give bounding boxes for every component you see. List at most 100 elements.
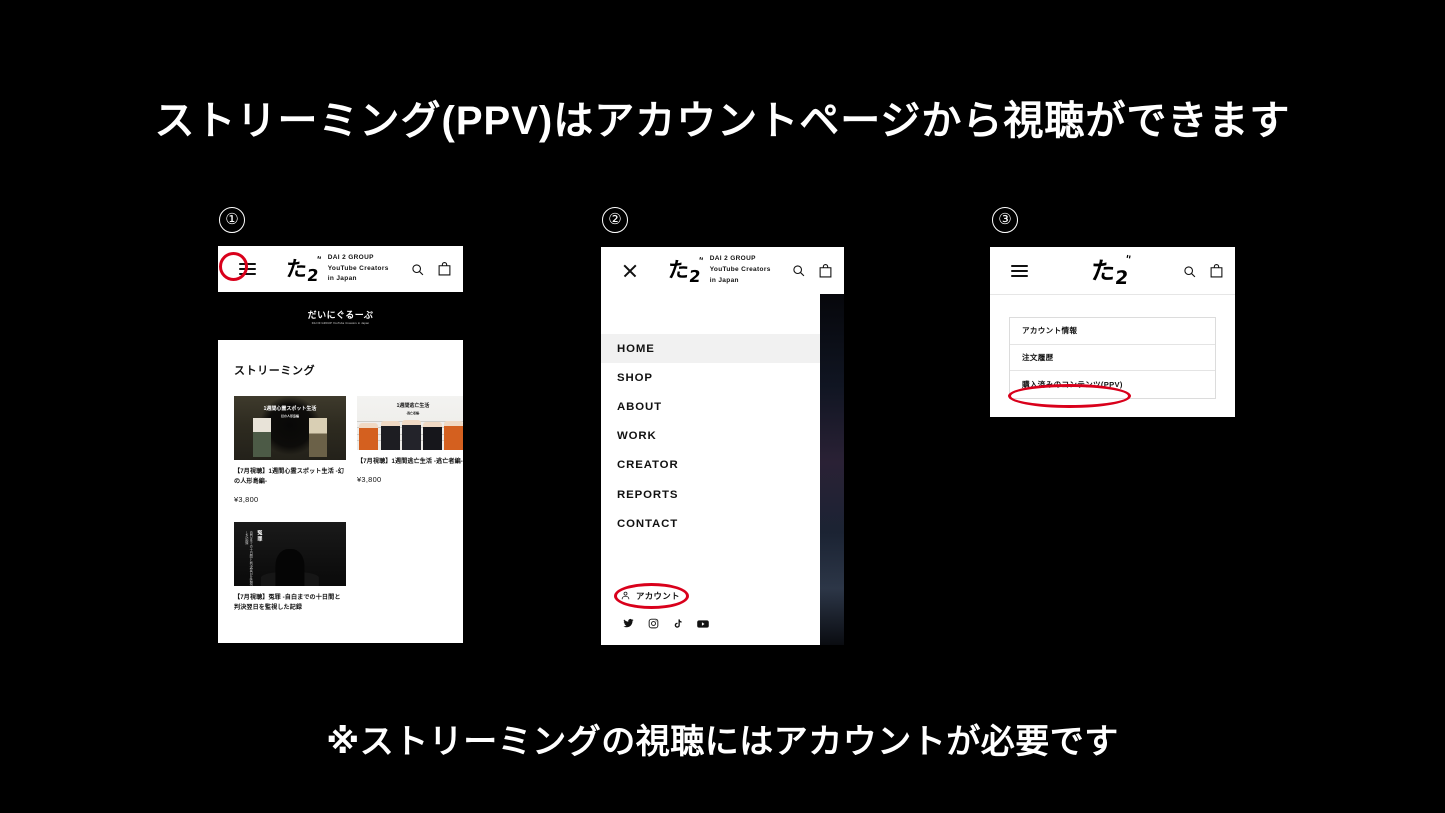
tagline-line-1: DAI 2 GROUP xyxy=(709,255,756,263)
tagline-line-2: YouTube Creators xyxy=(327,264,389,272)
header-actions xyxy=(792,263,832,278)
cart-icon[interactable] xyxy=(438,262,451,276)
page-title: ストリーミング(PPV)はアカウントページから視聴ができます xyxy=(154,99,1291,143)
logo-2-char: 2 xyxy=(1113,267,1130,289)
account-button-label: アカウント xyxy=(636,590,680,601)
logo-mark: た2 " xyxy=(1090,252,1132,288)
site-logo[interactable]: た2 " DAI 2 GROUP YouTube Creators in Jap… xyxy=(647,254,792,286)
cart-icon[interactable] xyxy=(819,263,832,278)
mockup1-content-panel: ストリーミング 1週間心霊スポット生活 幻の人形島編 【7月視聴】1週間心霊スポ… xyxy=(218,340,463,643)
nav-item-home[interactable]: HOME xyxy=(601,334,820,364)
step-badge-2: ② xyxy=(602,207,628,233)
account-menu-item-orders[interactable]: 注文履歴 xyxy=(1010,345,1215,371)
nav-item-label: ABOUT xyxy=(617,400,662,413)
menu-button[interactable] xyxy=(230,263,264,275)
tiktok-icon[interactable] xyxy=(673,618,683,629)
drawer-footer: アカウント xyxy=(601,569,820,645)
twitter-icon[interactable] xyxy=(623,618,634,629)
nav-item-label: CREATOR xyxy=(617,459,679,472)
nav-item-about[interactable]: ABOUT xyxy=(601,392,820,421)
product-card[interactable]: 1週間逃亡生活 -逃亡者編- 【7月視聴】1週間逃亡生活 -逃亡者編- ¥3,8… xyxy=(357,396,463,504)
hamburger-icon[interactable] xyxy=(238,263,256,275)
product-thumbnail[interactable]: 1週間心霊スポット生活 幻の人形島編 xyxy=(234,396,346,460)
product-thumbnail[interactable]: 冤罪 自白までの十日間と判決翌日を監視した記録 xyxy=(234,521,346,586)
logo-mark: た2 " xyxy=(668,256,704,286)
brand-name-sub: DAI NI GROUP YouTube Creators in Japan xyxy=(311,322,370,325)
nav-item-shop[interactable]: SHOP xyxy=(601,363,820,392)
account-menu-item-info[interactable]: アカウント情報 xyxy=(1010,318,1215,345)
product-thumbnail[interactable]: 1週間逃亡生活 -逃亡者編- xyxy=(357,396,463,450)
site-header: た2 " xyxy=(990,247,1235,295)
search-icon[interactable] xyxy=(1183,265,1196,278)
product-name: 【7月視聴】1週間心霊スポット生活 -幻の人形島編- xyxy=(234,468,344,485)
logo-2-char: 2 xyxy=(306,265,320,285)
site-logo[interactable]: た2 " xyxy=(1036,252,1183,288)
account-menu-label: アカウント情報 xyxy=(1022,326,1078,336)
logo-mark: た2 " xyxy=(285,254,322,284)
search-icon[interactable] xyxy=(792,264,805,277)
cart-icon[interactable] xyxy=(1210,264,1223,278)
thumb-title: 1週間心霊スポット生活 幻の人形島編 xyxy=(263,405,317,418)
menu-button[interactable] xyxy=(1002,265,1036,277)
product-name: 【7月視聴】1週間逃亡生活 -逃亡者編- xyxy=(357,458,463,465)
mockup1-header-panel: た2 " DAI 2 GROUP YouTube Creators in Jap… xyxy=(218,246,463,292)
logo-tagline: DAI 2 GROUP YouTube Creators in Japan xyxy=(328,253,389,285)
site-logo[interactable]: た2 " DAI 2 GROUP YouTube Creators in Jap… xyxy=(264,253,411,285)
product-price: ¥3,800 xyxy=(234,494,259,504)
tagline-line-2: YouTube Creators xyxy=(709,266,771,274)
nav-item-label: WORK xyxy=(617,430,657,443)
nav-item-label: REPORTS xyxy=(617,488,679,501)
logo-tagline: DAI 2 GROUP YouTube Creators in Japan xyxy=(710,254,771,286)
step-badge-3: ③ xyxy=(992,207,1018,233)
instagram-icon[interactable] xyxy=(648,618,659,629)
brand-name-jp: だいにぐるーぷ xyxy=(307,310,374,320)
nav-item-contact[interactable]: CONTACT xyxy=(601,509,820,538)
product-grid: 1週間心霊スポット生活 幻の人形島編 【7月視聴】1週間心霊スポット生活 -幻の… xyxy=(234,396,463,504)
account-menu-label: 購入済みのコンテンツ(PPV) xyxy=(1022,379,1123,389)
mockup3-panel: た2 " アカウント情報 注文履歴 購入済みのコンテンツ(PPV) xyxy=(990,247,1235,417)
close-menu-button[interactable] xyxy=(613,263,647,279)
mockup2-panel: た2 " DAI 2 GROUP YouTube Creators in Jap… xyxy=(601,247,844,645)
close-icon[interactable] xyxy=(622,263,638,279)
nav-drawer: HOME SHOP ABOUT WORK CREATOR REPORTS CON… xyxy=(601,294,820,645)
nav-item-label: HOME xyxy=(617,342,655,355)
hamburger-icon[interactable] xyxy=(1010,265,1028,277)
site-header: た2 " DAI 2 GROUP YouTube Creators in Jap… xyxy=(218,246,463,292)
thumbnail-art-group: 1週間逃亡生活 -逃亡者編- xyxy=(357,396,463,450)
thumb-title: 1週間逃亡生活 -逃亡者編- xyxy=(396,403,430,415)
tagline-line-1: DAI 2 GROUP xyxy=(327,253,374,261)
logo-2-char: 2 xyxy=(688,267,702,286)
logo-da-char: た xyxy=(1090,256,1116,285)
account-menu-item-purchased-ppv[interactable]: 購入済みのコンテンツ(PPV) xyxy=(1010,371,1215,398)
search-icon[interactable] xyxy=(411,263,424,276)
header-divider xyxy=(990,294,1235,295)
thumb-subtitle: 幻の人形島編 xyxy=(280,413,300,418)
thumb-title: 冤罪 xyxy=(256,530,263,543)
step-badge-1: ① xyxy=(219,207,245,233)
logo-dakuten: " xyxy=(314,254,322,266)
youtube-icon[interactable] xyxy=(697,619,709,629)
product-card[interactable]: 冤罪 自白までの十日間と判決翌日を監視した記録 【7月視聴】冤罪 -自白までの十… xyxy=(234,521,346,613)
account-button[interactable]: アカウント xyxy=(621,590,680,602)
header-actions xyxy=(411,262,451,276)
nav-menu: HOME SHOP ABOUT WORK CREATOR REPORTS CON… xyxy=(601,294,820,538)
person-icon xyxy=(621,591,630,600)
footer-note: ※ストリーミングの視聴にはアカウントが必要です xyxy=(326,723,1119,761)
nav-item-label: CONTACT xyxy=(617,517,679,530)
product-card[interactable]: 1週間心霊スポット生活 幻の人形島編 【7月視聴】1週間心霊スポット生活 -幻の… xyxy=(234,396,346,504)
product-name: 【7月視聴】冤罪 -自白までの十日間と 判決翌日を監視した記録 xyxy=(234,593,341,611)
thumb-subtitle: 自白までの十日間と判決翌日を監視した記録 xyxy=(244,530,253,586)
logo-dakuten: " xyxy=(1124,252,1133,267)
thumbnail-art-cave: 1週間心霊スポット生活 幻の人形島編 xyxy=(234,396,346,460)
brand-name-block: だいにぐるーぷ DAI NI GROUP YouTube Creators in… xyxy=(218,308,463,325)
thumb-subtitle: -逃亡者編- xyxy=(405,410,420,415)
logo-dakuten: " xyxy=(696,255,704,268)
product-price: ¥3,800 xyxy=(357,474,382,484)
tagline-line-3: in Japan xyxy=(709,276,739,284)
nav-item-creator[interactable]: CREATOR xyxy=(601,451,820,480)
account-menu-list: アカウント情報 注文履歴 購入済みのコンテンツ(PPV) xyxy=(1009,317,1216,399)
background-image-strip xyxy=(820,294,844,645)
nav-item-reports[interactable]: REPORTS xyxy=(601,480,820,509)
nav-item-work[interactable]: WORK xyxy=(601,422,820,451)
logo-da-char: た xyxy=(285,256,309,281)
